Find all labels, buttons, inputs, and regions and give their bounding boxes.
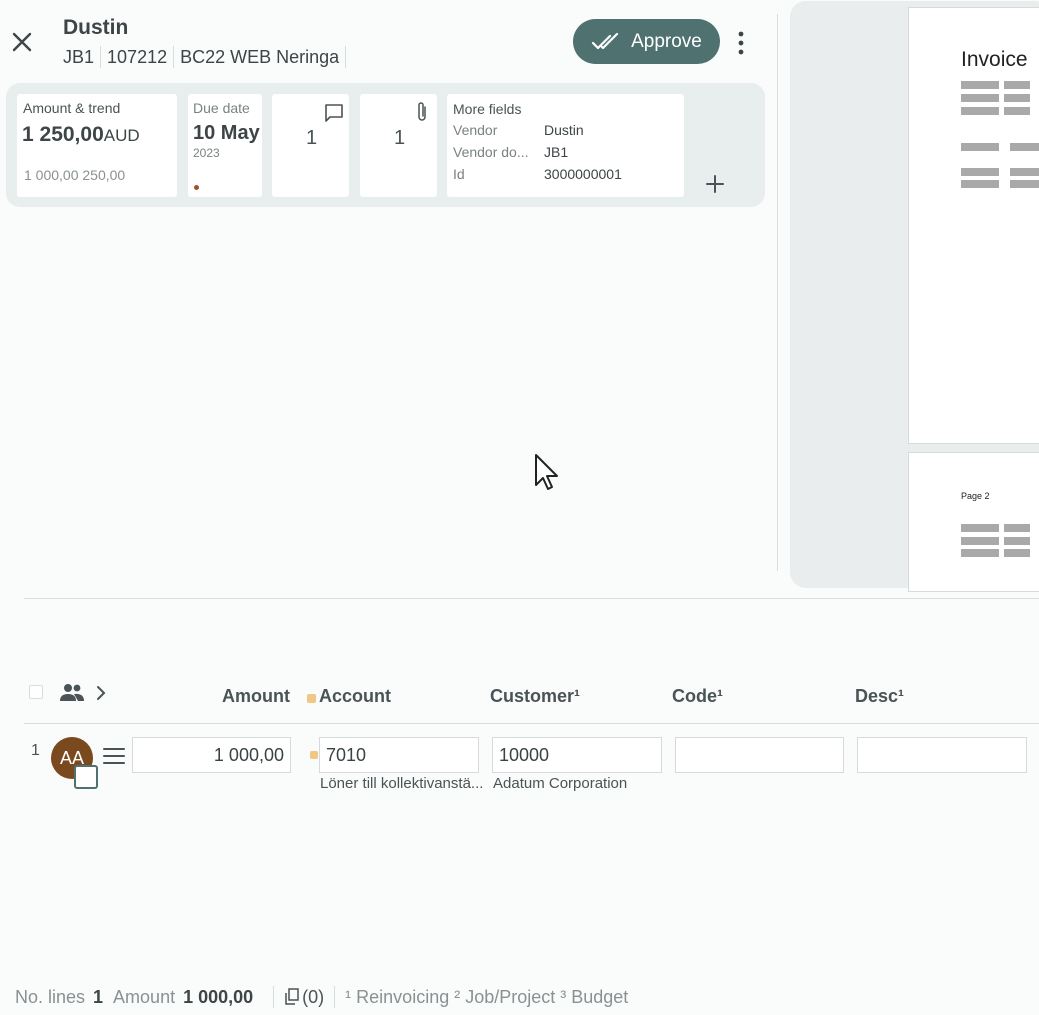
invoice-page-title: Invoice (961, 48, 1028, 71)
copy-icon[interactable] (284, 988, 300, 1006)
lines-label: No. lines (15, 986, 86, 1007)
vendor-code: JB1 (63, 46, 95, 67)
invoice-text-line (1004, 549, 1030, 557)
separator (100, 46, 102, 68)
copies-count[interactable]: (0) (302, 987, 324, 1008)
account-input[interactable]: 7010 (319, 737, 479, 773)
people-icon[interactable] (58, 683, 86, 703)
amount-currency: AUD (103, 126, 140, 145)
code-input[interactable] (675, 737, 844, 773)
invoice-page-2: Page 2 (908, 452, 1039, 592)
footnotes: ¹ Reinvoicing ² Job/Project ³ Budget (345, 986, 629, 1007)
card-label: More fields (453, 101, 522, 117)
close-icon[interactable] (10, 30, 34, 54)
invoice-page-1: Invoice (908, 7, 1039, 444)
invoice-text-line (1010, 143, 1039, 151)
invoice-text-line (961, 81, 999, 89)
approve-button[interactable]: Approve (573, 19, 720, 64)
select-all-checkbox[interactable] (29, 685, 43, 699)
customer-description: Adatum Corporation (493, 775, 628, 792)
comment-icon (325, 104, 343, 122)
amount-label: Amount (113, 986, 176, 1007)
lines-value: 1 (93, 986, 104, 1007)
due-year: 2023 (193, 146, 220, 160)
amount-input[interactable]: 1 000,00 (132, 737, 291, 773)
invoice-text-line (1004, 94, 1030, 102)
paperclip-icon (418, 102, 426, 121)
page-2-title: Page 2 (961, 491, 990, 501)
trend-values: 1 000,00 250,00 (24, 167, 126, 183)
invoice-text-line (1004, 81, 1030, 89)
more-options-icon[interactable] (733, 30, 749, 56)
card-label: Due date (193, 100, 250, 116)
due-day: 10 May (193, 122, 260, 144)
chevron-right-icon[interactable] (94, 684, 108, 702)
warning-marker (310, 751, 318, 759)
attachments-card[interactable]: 1 (360, 94, 437, 197)
invoice-text-line (1004, 107, 1030, 115)
separator (345, 46, 347, 68)
amount-total: 1 000,00 (183, 986, 254, 1007)
due-date-card[interactable]: Due date 10 May 2023 (188, 94, 262, 197)
mouse-cursor-icon (535, 454, 558, 490)
invoice-text-line (961, 168, 999, 176)
row-checkbox[interactable] (74, 765, 98, 789)
column-header-customer[interactable]: Customer¹ (490, 686, 580, 707)
summary-footer: No. lines 1 Amount 1 000,00 (0) ¹ Reinvo… (15, 986, 628, 1008)
comments-card[interactable]: 1 (272, 94, 349, 197)
pane-divider[interactable] (777, 14, 778, 571)
column-header-code[interactable]: Code¹ (672, 686, 723, 707)
account-description: Löner till kollektivanstä... (320, 775, 484, 792)
column-header-desc[interactable]: Desc¹ (855, 686, 904, 707)
invoice-text-line (961, 143, 999, 151)
column-header-account[interactable]: Account (319, 686, 391, 707)
add-card-icon[interactable] (704, 173, 726, 195)
reference-text: BC22 WEB Neringa (180, 46, 340, 67)
invoice-text-line (1004, 537, 1030, 545)
required-marker (307, 694, 316, 703)
column-header-amount[interactable]: Amount (222, 686, 290, 707)
invoice-text-line (961, 180, 999, 188)
separator (273, 986, 275, 1008)
invoice-text-line (1010, 168, 1039, 176)
customer-input[interactable]: 10000 (492, 737, 662, 773)
double-check-icon (592, 32, 619, 49)
invoice-text-line (961, 537, 999, 545)
amount-number: 1 250,00 (22, 123, 104, 146)
field-key-vendor-doc: Vendor do... (453, 144, 529, 160)
separator (173, 46, 175, 68)
amount-value: 1 250,00AUD (22, 123, 140, 147)
invoice-number: 107212 (107, 46, 168, 67)
card-label: Amount & trend (23, 100, 121, 116)
invoice-text-line (961, 524, 999, 532)
more-fields-card[interactable]: More fields Vendor Dustin Vendor do... J… (447, 94, 684, 197)
approve-label: Approve (631, 30, 702, 52)
document-subtitle: JB1 107212 BC22 WEB Neringa (63, 46, 352, 68)
invoice-text-line (1010, 180, 1039, 188)
page-title: Dustin (63, 16, 129, 39)
row-number: 1 (31, 742, 40, 759)
desc-input[interactable] (857, 737, 1027, 773)
comment-count: 1 (306, 127, 318, 149)
status-dot (194, 185, 199, 190)
field-value-vendor-doc: JB1 (544, 144, 569, 160)
menu-icon[interactable] (102, 746, 126, 766)
field-value-id: 3000000001 (544, 166, 622, 182)
header-divider (24, 723, 1039, 724)
separator (334, 986, 336, 1008)
amount-trend-card[interactable]: Amount & trend 1 250,00AUD 1 000,00 250,… (17, 94, 177, 197)
field-value-vendor: Dustin (544, 122, 584, 138)
attachment-count: 1 (394, 127, 406, 149)
invoice-text-line (961, 107, 999, 115)
invoice-text-line (961, 94, 999, 102)
field-key-id: Id (453, 166, 465, 182)
field-key-vendor: Vendor (453, 122, 498, 138)
section-divider (24, 598, 1039, 599)
invoice-text-line (961, 549, 999, 557)
invoice-text-line (1004, 524, 1030, 532)
